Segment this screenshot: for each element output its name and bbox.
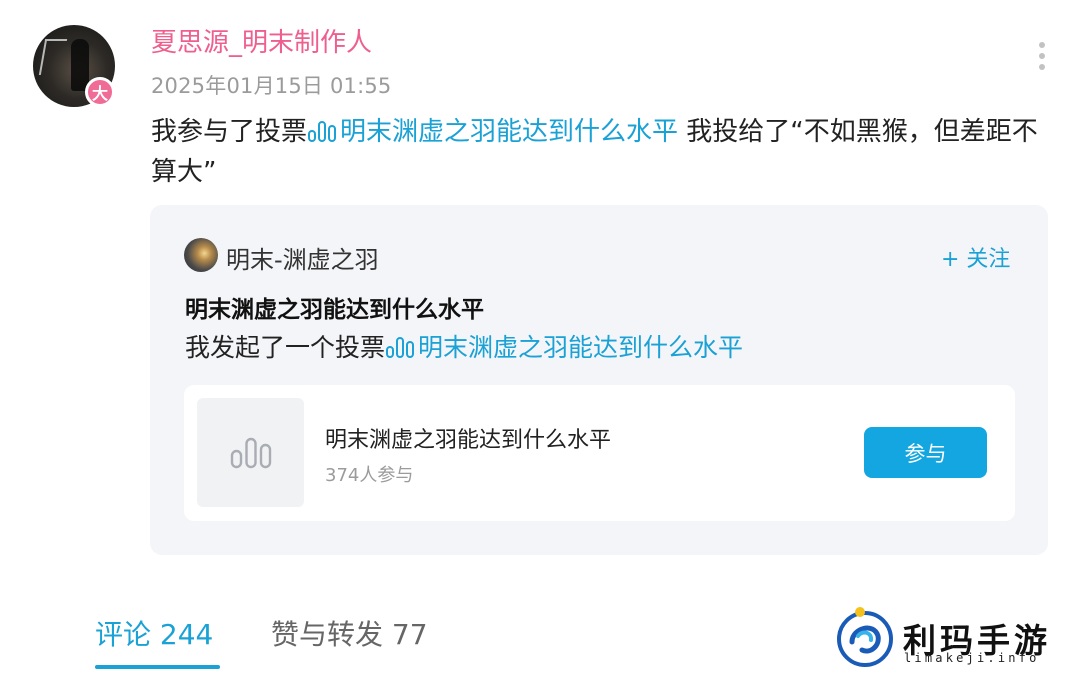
- author-name[interactable]: 夏思源_明末制作人: [151, 22, 372, 59]
- vote-link-text[interactable]: 明末渊虚之羽能达到什么水平: [340, 117, 678, 147]
- poll-title: 明末渊虚之羽能达到什么水平: [325, 428, 612, 453]
- watermark-logo-icon: [837, 607, 893, 667]
- card-vote-link[interactable]: 明末渊虚之羽能达到什么水平: [385, 333, 743, 362]
- join-poll-button[interactable]: 参与: [864, 427, 987, 478]
- active-tab-indicator: [95, 665, 220, 669]
- watermark-url: limakeji.info: [904, 651, 1040, 665]
- card-title: 明末渊虚之羽能达到什么水平: [185, 297, 484, 323]
- more-options-icon[interactable]: [1032, 42, 1052, 74]
- post-timestamp: 2025年01月15日 01:55: [151, 74, 392, 98]
- poll-bars-icon: [308, 121, 337, 142]
- poll-bars-icon: [230, 437, 271, 468]
- follow-button[interactable]: + 关注: [941, 241, 1010, 273]
- avatar-artwork: [38, 39, 68, 75]
- poll-widget[interactable]: 明末渊虚之羽能达到什么水平 374人参与 参与: [184, 385, 1015, 521]
- post-content: 我参与了投票 明末渊虚之羽能达到什么水平 我投给了“不如黑猴，但差距不算大”: [151, 112, 1041, 192]
- card-author-name[interactable]: 明末-渊虚之羽: [226, 240, 379, 275]
- poll-bars-icon: [386, 337, 415, 358]
- author-avatar[interactable]: 大: [33, 25, 115, 107]
- poll-post-card[interactable]: 明末-渊虚之羽 + 关注 明末渊虚之羽能达到什么水平 我发起了一个投票明末渊虚之…: [150, 205, 1048, 555]
- vote-link[interactable]: 明末渊虚之羽能达到什么水平: [307, 117, 678, 147]
- card-body-prefix: 我发起了一个投票: [185, 333, 386, 362]
- verified-badge: 大: [85, 77, 115, 107]
- tab-likes-reposts[interactable]: 赞与转发 77: [271, 613, 428, 653]
- tab-comments[interactable]: 评论 244: [95, 613, 213, 653]
- post-text-prefix: 我参与了投票: [151, 117, 308, 147]
- card-author-avatar[interactable]: [184, 238, 218, 272]
- poll-participants: 374人参与: [325, 465, 414, 486]
- card-body: 我发起了一个投票 明末渊虚之羽能达到什么水平: [185, 328, 743, 364]
- card-vote-link-text[interactable]: 明末渊虚之羽能达到什么水平: [418, 333, 743, 362]
- poll-thumbnail: [197, 398, 304, 507]
